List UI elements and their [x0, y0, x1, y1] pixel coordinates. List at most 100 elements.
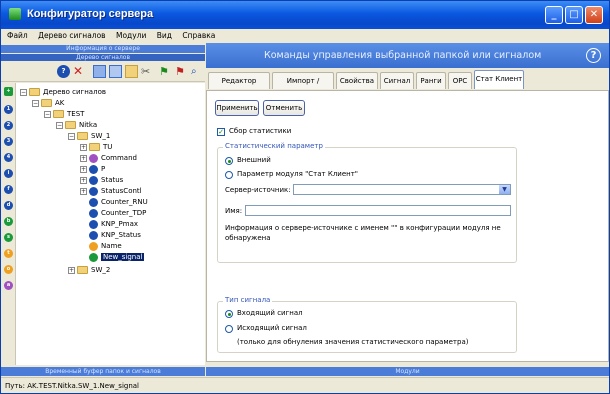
- outgoing-label: Исходящий сигнал: [237, 324, 307, 332]
- outgoing-note: (только для обнуления значения статистич…: [237, 338, 469, 346]
- status-bar: Путь: AK.TEST.Nitka.SW_1.New_signal: [1, 377, 609, 393]
- help-icon[interactable]: ?: [586, 48, 601, 63]
- modules-bar[interactable]: Модули: [206, 367, 609, 376]
- add-signal-icon[interactable]: +: [4, 87, 13, 96]
- external-label: Внешний: [237, 156, 271, 164]
- tab-ranks[interactable]: Ранги: [416, 72, 446, 89]
- folder-icon: [89, 143, 100, 151]
- signal-icon: [89, 208, 98, 218]
- signal-icon: [89, 241, 98, 251]
- tree-node-name[interactable]: Name: [89, 241, 122, 251]
- signal-icon: [89, 252, 98, 262]
- tree-node-counter-rnu[interactable]: Counter_RNU: [89, 197, 148, 207]
- tree-node-sw1[interactable]: − SW_1: [68, 131, 110, 141]
- menu-signal-tree[interactable]: Дерево сигналов: [38, 31, 105, 40]
- minimize-button[interactable]: _: [545, 6, 563, 24]
- server-source-select[interactable]: ▼: [293, 184, 511, 195]
- tree-node-nitka[interactable]: − Nitka: [56, 120, 97, 130]
- menu-view[interactable]: Вид: [157, 31, 172, 40]
- tab-stat-client[interactable]: Стат Клиент: [474, 70, 524, 89]
- signal-type-icon[interactable]: t: [4, 249, 13, 258]
- tree-node-sw2[interactable]: + SW_2: [68, 265, 110, 275]
- folder-icon: [41, 99, 52, 107]
- stat-param-title: Статистический параметр: [223, 142, 325, 150]
- module-param-label: Параметр модуля "Стат Клиент": [237, 170, 359, 178]
- tree-node-p[interactable]: + P: [80, 164, 105, 174]
- collect-stats-checkbox[interactable]: ✓: [217, 128, 225, 136]
- tree-node-root[interactable]: − Дерево сигналов: [20, 87, 106, 97]
- menu-modules[interactable]: Модули: [116, 31, 146, 40]
- folder-icon: [77, 266, 88, 274]
- tree-node-new-signal[interactable]: New_signal: [89, 252, 145, 262]
- app-icon: [9, 8, 21, 20]
- signal-type-icon[interactable]: d: [4, 201, 13, 210]
- signal-type-icon[interactable]: 1: [4, 105, 13, 114]
- incoming-radio[interactable]: [225, 310, 233, 318]
- signal-type-icon[interactable]: f: [4, 185, 13, 194]
- signal-type-bar: + 1 2 3 4 i f d b s t o a: [1, 83, 15, 365]
- outgoing-radio[interactable]: [225, 325, 233, 333]
- signal-type-icon[interactable]: s: [4, 233, 13, 242]
- window-title: Конфигуратор сервера: [27, 8, 154, 20]
- signal-icon: [89, 164, 98, 174]
- tree-node-command[interactable]: + Command: [80, 153, 137, 163]
- filter-icon[interactable]: ⚑: [159, 65, 172, 78]
- tree-node-knp-pmax[interactable]: KNP_Pmax: [89, 219, 138, 229]
- cancel-button[interactable]: Отменить: [263, 100, 305, 116]
- signal-type-icon[interactable]: 4: [4, 153, 13, 162]
- server-source-label: Сервер-источник:: [225, 186, 291, 194]
- tab-address-editor[interactable]: Редактор адреса: [208, 72, 270, 102]
- delete-icon[interactable]: ✕: [73, 65, 86, 78]
- temp-buffer-bar[interactable]: Временный буфер папок и сигналов: [1, 367, 205, 376]
- module-param-radio[interactable]: [225, 171, 233, 179]
- cut-icon[interactable]: ✂: [141, 65, 154, 78]
- tab-import-export[interactable]: Импорт / Экспорт: [272, 72, 334, 102]
- tree-node-ak[interactable]: − AK: [32, 98, 64, 108]
- signal-type-icon[interactable]: b: [4, 217, 13, 226]
- close-button[interactable]: ✕: [585, 6, 603, 24]
- new-folder-icon[interactable]: [125, 65, 138, 78]
- maximize-button[interactable]: □: [565, 6, 583, 24]
- tree-node-status[interactable]: + Status: [80, 175, 123, 185]
- menu-file[interactable]: Файл: [7, 31, 28, 40]
- collect-stats-label: Сбор статистики: [229, 127, 292, 135]
- tree-node-statuscontl[interactable]: + StatusContl: [80, 186, 142, 196]
- folder-icon: [29, 88, 40, 96]
- paste-icon[interactable]: [109, 65, 122, 78]
- tree-node-test[interactable]: − TEST: [44, 109, 84, 119]
- signal-type-icon[interactable]: 3: [4, 137, 13, 146]
- apply-button[interactable]: Применить: [215, 100, 259, 116]
- tree-node-counter-tdp[interactable]: Counter_TDP: [89, 208, 146, 218]
- signal-type-icon[interactable]: i: [4, 169, 13, 178]
- folder-icon: [77, 132, 88, 140]
- info-icon[interactable]: ?: [57, 65, 70, 78]
- signal-type-icon[interactable]: 2: [4, 121, 13, 130]
- tree-node-knp-status[interactable]: KNP_Status: [89, 230, 141, 240]
- signal-type-title: Тип сигнала: [223, 296, 273, 304]
- tab-properties[interactable]: Свойства: [336, 72, 378, 89]
- name-input[interactable]: [245, 205, 511, 216]
- server-info-header[interactable]: Информация о сервере: [1, 45, 205, 53]
- signal-icon: [89, 186, 98, 196]
- menu-help[interactable]: Справка: [182, 31, 215, 40]
- stat-client-page: Применить Отменить ✓ Сбор статистики Ста…: [206, 90, 609, 362]
- search-icon[interactable]: ⌕: [191, 65, 204, 78]
- server-info-text: Информация о сервере-источнике с именем …: [225, 224, 501, 242]
- signal-type-icon[interactable]: a: [4, 281, 13, 290]
- folder-icon: [53, 110, 64, 118]
- tree-toolbar: ? ✕ ✂ ⚑ ⚑ ⌕: [1, 61, 205, 82]
- filter-off-icon[interactable]: ⚑: [175, 65, 188, 78]
- signal-icon: [89, 153, 98, 163]
- signal-icon: [89, 230, 98, 240]
- tree-node-tu[interactable]: + TU: [80, 142, 112, 152]
- tab-opc[interactable]: OPC: [448, 72, 472, 89]
- incoming-label: Входящий сигнал: [237, 309, 303, 317]
- external-radio[interactable]: [225, 157, 233, 165]
- tab-signal[interactable]: Сигнал: [380, 72, 414, 89]
- signal-type-icon[interactable]: o: [4, 265, 13, 274]
- title-bar: Конфигуратор сервера _ □ ✕: [1, 1, 609, 29]
- menu-bar: Файл Дерево сигналов Модули Вид Справка: [1, 29, 609, 43]
- chevron-down-icon: ▼: [499, 185, 510, 194]
- copy-icon[interactable]: [93, 65, 106, 78]
- name-label: Имя:: [225, 207, 243, 215]
